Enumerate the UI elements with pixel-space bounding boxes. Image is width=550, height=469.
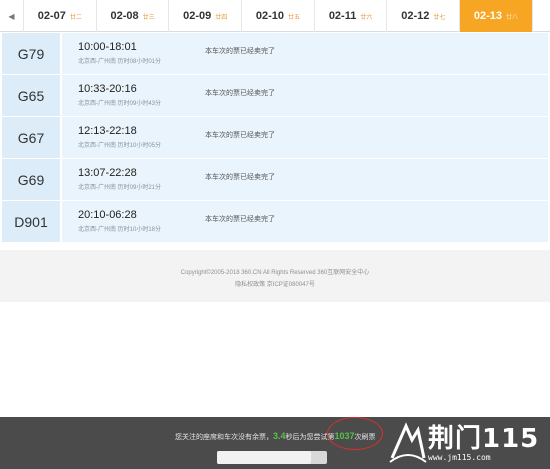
triangle-left-icon: ◀ xyxy=(8,11,15,21)
train-time: 12:13-22:18 xyxy=(78,125,137,137)
progress-fill xyxy=(217,451,311,464)
train-route: 北京西-广州南 历时09小时43分 xyxy=(78,101,162,107)
date-label: 02-12 xyxy=(401,10,430,22)
logo-url: www.jm115.com xyxy=(428,453,491,462)
train-list: G79 10:00-18:01 北京西-广州南 历时08小时01分 本车次的票已经卖完… xyxy=(2,33,548,243)
train-route: 北京西-广州南 历时10小时18分 xyxy=(78,227,162,233)
train-info: 12:13-22:18 北京西-广州南 历时10小时05分 本车次的票已经卖完了 xyxy=(62,117,548,158)
lunar-date-label: 廿八 xyxy=(506,14,519,21)
lunar-date-label: 廿六 xyxy=(360,14,373,21)
lunar-date-label: 廿七 xyxy=(433,14,446,21)
refresh-progress-bar xyxy=(217,451,327,464)
prev-date-button[interactable]: ◀ xyxy=(0,0,24,32)
lunar-date-label: 廿三 xyxy=(142,14,155,21)
ticket-status: 本车次的票已经卖完了 xyxy=(205,90,275,97)
highlight-circle xyxy=(327,417,383,450)
ticket-status: 本车次的票已经卖完了 xyxy=(205,216,275,223)
date-tab[interactable]: 02-07 廿二 xyxy=(24,0,97,32)
date-label: 02-10 xyxy=(255,10,284,22)
train-info: 13:07-22:28 北京西-广州南 历时09小时21分 本车次的票已经卖完了 xyxy=(62,159,548,200)
train-number: G67 xyxy=(2,117,62,158)
train-row[interactable]: G67 12:13-22:18 北京西-广州南 历时10小时05分 本车次的票已经卖完… xyxy=(2,117,548,159)
date-tab[interactable]: 02-09 廿四 xyxy=(169,0,243,32)
ticket-status: 本车次的票已经卖完了 xyxy=(205,132,275,139)
date-tab[interactable]: 02-11 廿六 xyxy=(315,0,388,32)
lunar-date-label: 廿四 xyxy=(215,14,228,21)
train-route: 北京西-广州南 历时10小时05分 xyxy=(78,143,162,149)
train-time: 13:07-22:28 xyxy=(78,167,137,179)
train-row[interactable]: D901 20:10-06:28 北京西-广州南 历时10小时18分 本车次的票已经卖… xyxy=(2,201,548,243)
lunar-date-label: 廿五 xyxy=(287,14,300,21)
train-row[interactable]: G79 10:00-18:01 北京西-广州南 历时08小时01分 本车次的票已经卖完… xyxy=(2,33,548,75)
date-tab[interactable]: 02-08 廿三 xyxy=(97,0,170,32)
date-tabs: 02-07 廿二 02-08 廿三 02-09 廿四 02-10 廿五 02-11 廿六 02-12… xyxy=(24,0,533,32)
train-info: 10:33-20:16 北京西-广州南 历时09小时43分 本车次的票已经卖完了 xyxy=(62,75,548,116)
train-row[interactable]: G69 13:07-22:28 北京西-广州南 历时09小时21分 本车次的票已经卖完… xyxy=(2,159,548,201)
seconds-count: 3.4 xyxy=(273,431,286,441)
train-info: 10:00-18:01 北京西-广州南 历时08小时01分 本车次的票已经卖完了 xyxy=(62,33,548,74)
train-time: 10:33-20:16 xyxy=(78,83,137,95)
date-label: 02-07 xyxy=(37,10,66,22)
date-label: 02-13 xyxy=(473,10,503,22)
train-number: G79 xyxy=(2,33,62,74)
date-tab[interactable]: 02-12 廿七 xyxy=(387,0,461,32)
train-time: 10:00-18:01 xyxy=(78,41,137,53)
train-info: 20:10-06:28 北京西-广州南 历时10小时18分 本车次的票已经卖完了 xyxy=(62,201,548,242)
lunar-date-label: 廿二 xyxy=(69,14,82,21)
train-number: G69 xyxy=(2,159,62,200)
copyright-text: Copyright©2005-2018 360.CN All Rights Re… xyxy=(180,270,370,276)
icp-text: 隐私权政策 京ICP证080047号 xyxy=(235,282,315,288)
site-logo: 荆门115 www.jm115.com xyxy=(386,416,550,469)
page-footer: Copyright©2005-2018 360.CN All Rights Re… xyxy=(0,250,550,302)
train-time: 20:10-06:28 xyxy=(78,209,137,221)
ticket-status: 本车次的票已经卖完了 xyxy=(205,48,275,55)
logo-mark-icon xyxy=(389,422,427,463)
train-number: D901 xyxy=(2,201,62,242)
tip-prefix: 您关注的座席和车次没有余票， xyxy=(175,434,273,441)
train-number: G65 xyxy=(2,75,62,116)
logo-text: 荆门115 xyxy=(428,424,540,454)
train-route: 北京西-广州南 历时09小时21分 xyxy=(78,185,162,191)
date-tab[interactable]: 02-13 廿八 xyxy=(460,0,533,32)
date-label: 02-08 xyxy=(110,10,139,22)
date-label: 02-09 xyxy=(183,10,212,22)
train-row[interactable]: G65 10:33-20:16 北京西-广州南 历时09小时43分 本车次的票已经卖完… xyxy=(2,75,548,117)
ticket-status: 本车次的票已经卖完了 xyxy=(205,174,275,181)
date-tab[interactable]: 02-10 廿五 xyxy=(242,0,315,32)
date-label: 02-11 xyxy=(328,10,357,22)
date-navigation: ◀ 02-07 廿二 02-08 廿三 02-09 廿四 02-10 廿五 02-11 廿六 02-… xyxy=(0,0,550,32)
train-route: 北京西-广州南 历时08小时01分 xyxy=(78,59,162,65)
